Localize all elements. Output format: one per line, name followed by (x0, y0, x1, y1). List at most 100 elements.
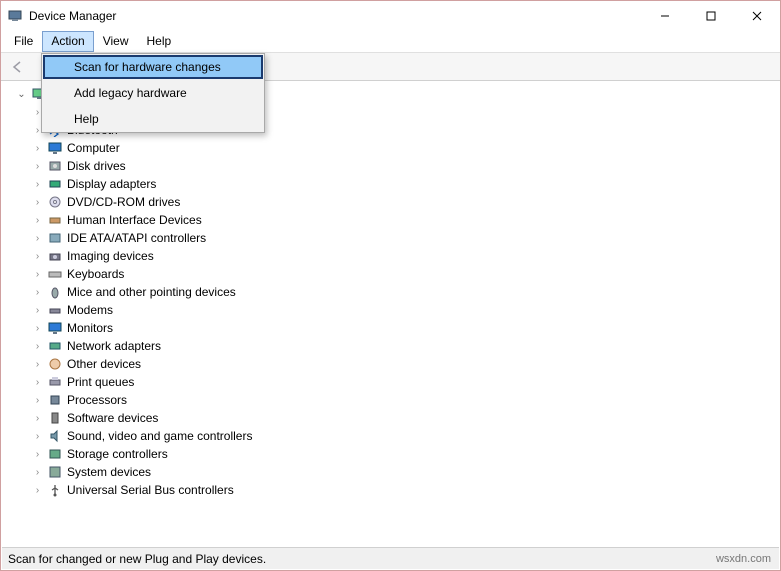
tree-row[interactable]: › Display adapters (12, 175, 779, 193)
tree-row[interactable]: › Keyboards (12, 265, 779, 283)
tree-row[interactable]: › Sound, video and game controllers (12, 427, 779, 445)
tree-row[interactable]: › IDE ATA/ATAPI controllers (12, 229, 779, 247)
menu-action-help[interactable]: Help (42, 106, 264, 132)
tree-row[interactable]: › Network adapters (12, 337, 779, 355)
tree-label: Processors (67, 393, 127, 407)
tree-row[interactable]: › System devices (12, 463, 779, 481)
tree-row[interactable]: › DVD/CD-ROM drives (12, 193, 779, 211)
chevron-right-icon[interactable]: › (32, 233, 43, 244)
chevron-right-icon[interactable]: › (32, 467, 43, 478)
tree-row[interactable]: › Storage controllers (12, 445, 779, 463)
tree-label: Universal Serial Bus controllers (67, 483, 234, 497)
menu-item-label: Scan for hardware changes (74, 60, 221, 74)
chevron-right-icon[interactable]: › (32, 485, 43, 496)
system-icon (47, 464, 63, 480)
maximize-button[interactable] (688, 1, 734, 31)
tree-label: Modems (67, 303, 113, 317)
menu-file[interactable]: File (5, 31, 42, 52)
usb-icon (47, 482, 63, 498)
menu-view[interactable]: View (94, 31, 138, 52)
tree-row[interactable]: › Human Interface Devices (12, 211, 779, 229)
credit-text: wsxdn.com (716, 553, 779, 565)
cpu-icon (47, 392, 63, 408)
chevron-right-icon[interactable]: › (32, 323, 43, 334)
display-adapter-icon (47, 176, 63, 192)
monitor-icon (47, 320, 63, 336)
menu-item-label: Add legacy hardware (74, 86, 187, 100)
menu-help[interactable]: Help (138, 31, 181, 52)
tree-label: Print queues (67, 375, 134, 389)
chevron-right-icon[interactable]: › (32, 359, 43, 370)
chevron-right-icon[interactable]: › (32, 431, 43, 442)
tree-label: Sound, video and game controllers (67, 429, 252, 443)
tree-label: Human Interface Devices (67, 213, 202, 227)
app-icon (7, 8, 23, 24)
menu-add-legacy[interactable]: Add legacy hardware (42, 80, 264, 106)
camera-icon (47, 248, 63, 264)
tree-row[interactable]: › Imaging devices (12, 247, 779, 265)
chevron-down-icon[interactable]: ⌄ (16, 89, 27, 100)
tree-row[interactable]: › Print queues (12, 373, 779, 391)
chevron-right-icon[interactable]: › (32, 179, 43, 190)
chevron-right-icon[interactable]: › (32, 161, 43, 172)
tree-row[interactable]: › Disk drives (12, 157, 779, 175)
tree-row[interactable]: › Other devices (12, 355, 779, 373)
mouse-icon (47, 284, 63, 300)
storage-icon (47, 446, 63, 462)
chevron-right-icon[interactable]: › (32, 377, 43, 388)
tree-row[interactable]: › Modems (12, 301, 779, 319)
ide-icon (47, 230, 63, 246)
tree-row[interactable]: › Software devices (12, 409, 779, 427)
software-icon (47, 410, 63, 426)
tree-label: Keyboards (67, 267, 124, 281)
tree-label: Disk drives (67, 159, 126, 173)
device-tree[interactable]: ⌄ › Batteries › Bluetooth › Computer › D… (2, 81, 779, 542)
tree-label: System devices (67, 465, 151, 479)
chevron-right-icon[interactable]: › (32, 413, 43, 424)
chevron-right-icon[interactable]: › (32, 395, 43, 406)
chevron-right-icon[interactable]: › (32, 251, 43, 262)
chevron-right-icon[interactable]: › (32, 269, 43, 280)
action-dropdown: Scan for hardware changes Add legacy har… (41, 53, 265, 133)
chevron-right-icon[interactable]: › (32, 287, 43, 298)
tree-label: IDE ATA/ATAPI controllers (67, 231, 206, 245)
minimize-button[interactable] (642, 1, 688, 31)
chevron-right-icon[interactable]: › (32, 449, 43, 460)
tree-row[interactable]: › Universal Serial Bus controllers (12, 481, 779, 499)
chevron-right-icon[interactable]: › (32, 305, 43, 316)
tree-label: Mice and other pointing devices (67, 285, 236, 299)
tree-label: Display adapters (67, 177, 156, 191)
tree-label: Monitors (67, 321, 113, 335)
status-hint: Scan for changed or new Plug and Play de… (8, 552, 266, 566)
close-button[interactable] (734, 1, 780, 31)
chevron-right-icon[interactable]: › (32, 197, 43, 208)
modem-icon (47, 302, 63, 318)
titlebar: Device Manager (1, 1, 780, 31)
menu-action[interactable]: Action (42, 31, 93, 52)
tree-row[interactable]: › Mice and other pointing devices (12, 283, 779, 301)
tree-row[interactable]: › Processors (12, 391, 779, 409)
tree-label: Imaging devices (67, 249, 154, 263)
tree-row[interactable]: › Computer (12, 139, 779, 157)
chevron-right-icon[interactable]: › (32, 341, 43, 352)
tree-label: Other devices (67, 357, 141, 371)
tree-label: Software devices (67, 411, 158, 425)
tree-label: Computer (67, 141, 120, 155)
tree-row[interactable]: › Monitors (12, 319, 779, 337)
window-title: Device Manager (29, 9, 116, 23)
menubar: File Action View Help (1, 31, 780, 53)
printer-icon (47, 374, 63, 390)
tree-label: Storage controllers (67, 447, 168, 461)
menu-item-label: Help (74, 112, 99, 126)
monitor-icon (47, 140, 63, 156)
back-button[interactable] (7, 56, 29, 78)
chevron-right-icon[interactable]: › (32, 215, 43, 226)
dvd-icon (47, 194, 63, 210)
tree-label: DVD/CD-ROM drives (67, 195, 180, 209)
menu-scan-hardware[interactable]: Scan for hardware changes (43, 55, 263, 79)
disk-icon (47, 158, 63, 174)
tree-label: Network adapters (67, 339, 161, 353)
other-icon (47, 356, 63, 372)
chevron-right-icon[interactable]: › (32, 143, 43, 154)
speaker-icon (47, 428, 63, 444)
